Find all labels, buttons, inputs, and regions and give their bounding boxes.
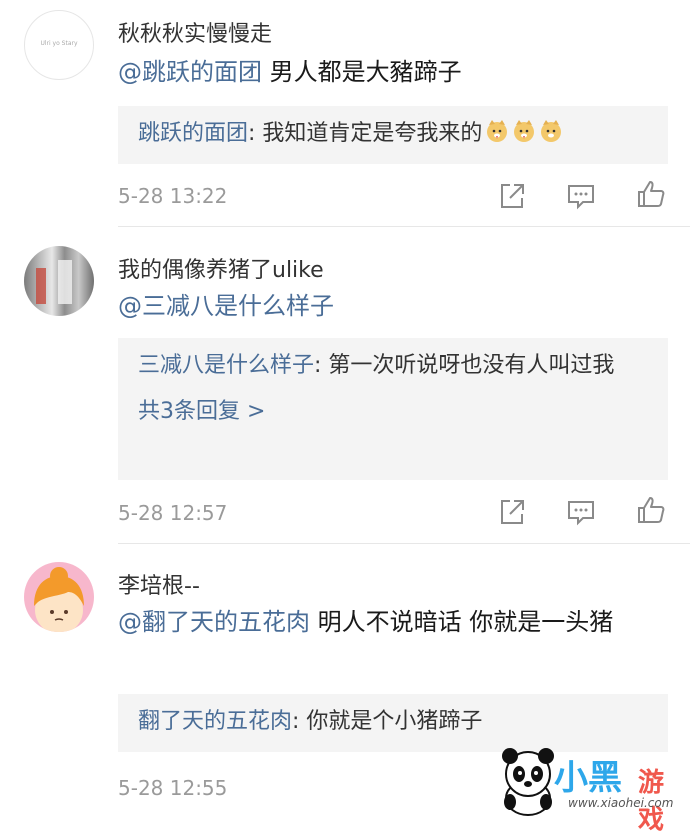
mention-link[interactable]: @跳跃的面团 bbox=[118, 58, 262, 86]
reply-text: : 第一次听说呀也没有人叫过我 bbox=[314, 353, 615, 378]
username[interactable]: 李培根-- bbox=[118, 568, 200, 600]
comment-text: @翻了天的五花肉 明人不说暗话 你就是一头猪 bbox=[118, 602, 668, 642]
avatar-logo-text: Ulri yo Stary bbox=[40, 40, 78, 47]
username[interactable]: 我的偶像养猪了ulike bbox=[118, 252, 324, 284]
reply-text: : 我知道肯定是夸我来的 bbox=[248, 121, 483, 146]
timestamp: 5-28 12:55 bbox=[118, 776, 228, 800]
avatar-photo-detail bbox=[36, 268, 46, 304]
like-icon[interactable] bbox=[636, 179, 666, 209]
share-icon[interactable] bbox=[497, 497, 527, 527]
timestamp: 5-28 12:57 bbox=[118, 501, 228, 525]
comment-body: 明人不说暗话 你就是一头猪 bbox=[310, 608, 614, 636]
reply-author-link[interactable]: 跳跃的面团 bbox=[138, 121, 248, 146]
mention-link[interactable]: @三减八是什么样子 bbox=[118, 292, 334, 320]
watermark-url: www.xiaohei.com bbox=[568, 796, 674, 810]
reply-box[interactable]: 三减八是什么样子: 第一次听说呀也没有人叫过我 共3条回复 > bbox=[118, 338, 668, 480]
like-icon[interactable] bbox=[636, 495, 666, 525]
site-watermark: 小黑 游戏 www.xiaohei.com bbox=[498, 744, 688, 835]
username[interactable]: 秋秋秋实慢慢走 bbox=[118, 16, 272, 48]
timestamp: 5-28 13:22 bbox=[118, 184, 228, 208]
comment-text: @三减八是什么样子 bbox=[118, 286, 668, 326]
emoji-doge-icon bbox=[514, 120, 535, 142]
comment-icon[interactable] bbox=[566, 497, 596, 527]
watermark-logo-text: 小黑 bbox=[554, 758, 622, 798]
cartoon-avatar-icon bbox=[34, 567, 84, 632]
avatar[interactable] bbox=[24, 562, 94, 632]
reply-text: : 你就是个小猪蹄子 bbox=[292, 709, 483, 734]
avatar[interactable] bbox=[24, 246, 94, 316]
divider bbox=[118, 226, 690, 227]
reply-box[interactable]: 跳跃的面团: 我知道肯定是夸我来的 bbox=[118, 106, 668, 164]
avatar[interactable]: Ulri yo Stary bbox=[24, 10, 94, 80]
comment-body: 男人都是大豬蹄子 bbox=[262, 58, 462, 86]
emoji-doge-icon bbox=[487, 120, 508, 142]
panda-mascot-icon bbox=[502, 748, 554, 816]
share-icon[interactable] bbox=[497, 181, 527, 211]
mention-link[interactable]: @翻了天的五花肉 bbox=[118, 608, 310, 636]
emoji-doge-icon bbox=[541, 120, 562, 142]
reply-author-link[interactable]: 翻了天的五花肉 bbox=[138, 709, 292, 734]
comment-icon[interactable] bbox=[566, 181, 596, 211]
avatar-photo-detail bbox=[58, 260, 72, 304]
reply-author-link[interactable]: 三减八是什么样子 bbox=[138, 353, 314, 378]
divider bbox=[118, 543, 690, 544]
comment-text: @跳跃的面团 男人都是大豬蹄子 bbox=[118, 52, 668, 92]
reply-content: 三减八是什么样子: 第一次听说呀也没有人叫过我 bbox=[138, 346, 640, 386]
more-replies-link[interactable]: 共3条回复 > bbox=[138, 392, 640, 432]
